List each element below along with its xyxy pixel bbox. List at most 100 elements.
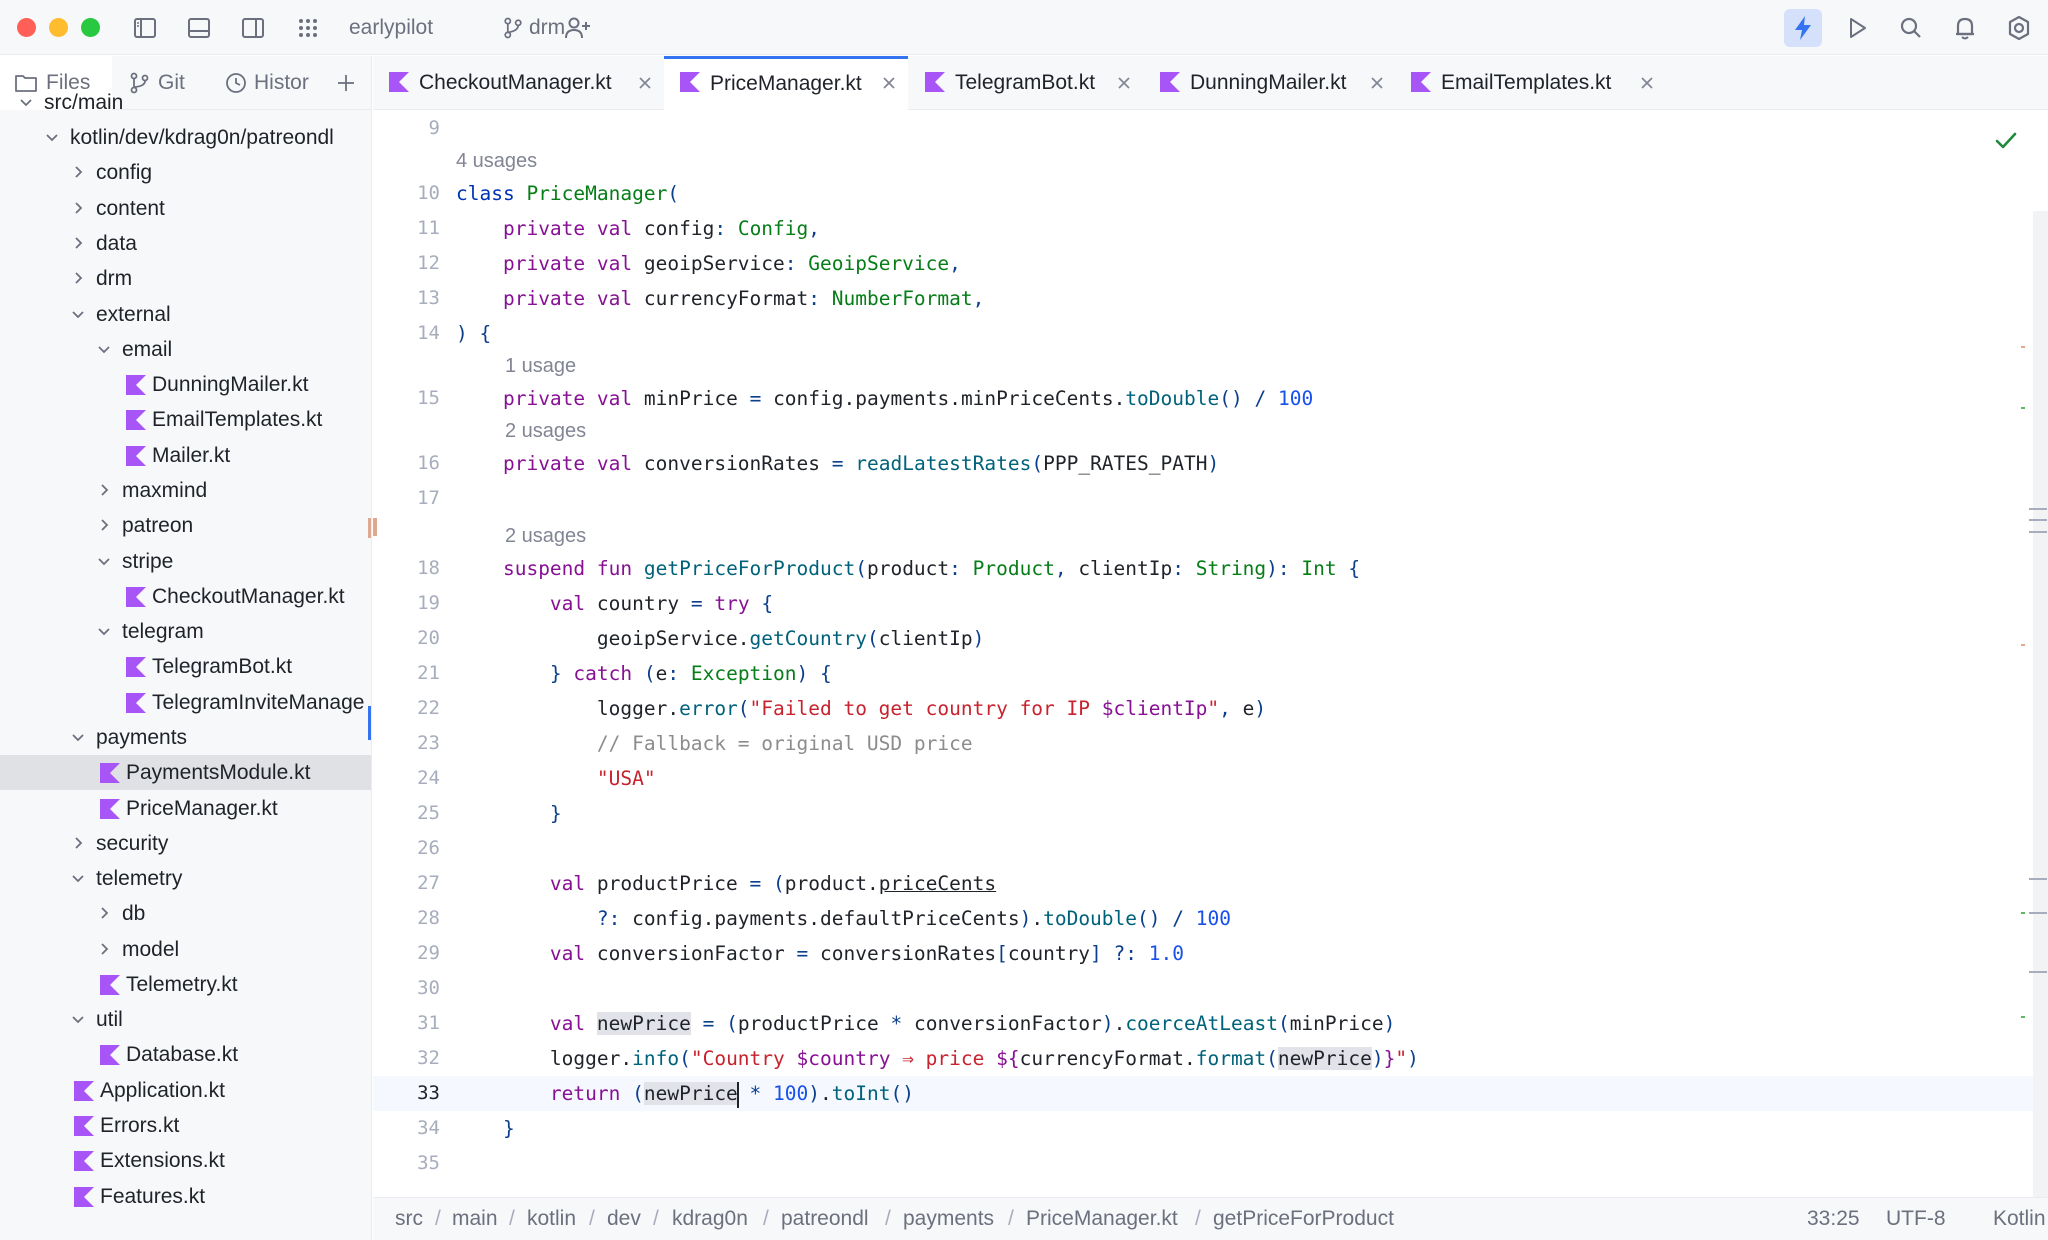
- usages-hint[interactable]: 4 usages: [456, 146, 537, 176]
- chevron-right-icon[interactable]: [70, 235, 86, 251]
- tree-folder-email[interactable]: email: [0, 332, 371, 367]
- tree-folder-patreon[interactable]: patreon: [0, 508, 371, 543]
- breadcrumb-item[interactable]: kotlin: [527, 1198, 576, 1240]
- breadcrumb-item[interactable]: main: [452, 1198, 498, 1240]
- minimize-window-button[interactable]: [49, 18, 68, 37]
- toggle-right-panel-icon[interactable]: [238, 13, 268, 43]
- tree-folder-config[interactable]: config: [0, 155, 371, 190]
- scroll-marker: [2029, 912, 2047, 914]
- tree-file-mailer-kt[interactable]: Mailer.kt: [0, 438, 371, 473]
- chevron-right-icon[interactable]: [96, 941, 112, 957]
- chevron-down-icon[interactable]: [70, 729, 86, 745]
- close-tab-icon[interactable]: [636, 74, 654, 92]
- kotlin-file-icon: [100, 975, 120, 995]
- breadcrumb-item[interactable]: src: [395, 1198, 423, 1240]
- usages-hint[interactable]: 2 usages: [505, 416, 586, 446]
- tree-folder-util[interactable]: util: [0, 1002, 371, 1037]
- tree-folder-maxmind[interactable]: maxmind: [0, 473, 371, 508]
- chevron-right-icon[interactable]: [70, 270, 86, 286]
- kotlin-file-icon: [680, 72, 700, 92]
- close-window-button[interactable]: [17, 18, 36, 37]
- tree-file-paymentsmodule-kt[interactable]: PaymentsModule.kt: [0, 755, 371, 790]
- tree-file-extensions-kt[interactable]: Extensions.kt: [0, 1143, 371, 1178]
- tree-file-telemetry-kt[interactable]: Telemetry.kt: [0, 967, 371, 1002]
- cursor-position[interactable]: 33:25: [1807, 1198, 1860, 1240]
- breadcrumb-item[interactable]: PriceManager.kt: [1026, 1198, 1178, 1240]
- tree-folder-data[interactable]: data: [0, 226, 371, 261]
- chevron-right-icon[interactable]: [70, 200, 86, 216]
- add-user-icon[interactable]: [562, 13, 592, 43]
- tree-folder-db[interactable]: db: [0, 896, 371, 931]
- tree-file-features-kt[interactable]: Features.kt: [0, 1179, 371, 1214]
- tree-file-application-kt[interactable]: Application.kt: [0, 1073, 371, 1108]
- branch-name[interactable]: drm: [529, 14, 565, 41]
- tree-folder-content[interactable]: content: [0, 191, 371, 226]
- apps-grid-icon[interactable]: [293, 13, 323, 43]
- scroll-marker: [2029, 519, 2047, 521]
- chevron-right-icon[interactable]: [70, 164, 86, 180]
- editor-tab-emailtemplates[interactable]: EmailTemplates.kt: [1395, 56, 1665, 110]
- tree-folder-drm[interactable]: drm: [0, 261, 371, 296]
- breadcrumb-item[interactable]: getPriceForProduct: [1213, 1198, 1394, 1240]
- tree-folder-stripe[interactable]: stripe: [0, 544, 371, 579]
- tree-file-dunningmailer-kt[interactable]: DunningMailer.kt: [0, 367, 371, 402]
- usages-hint[interactable]: 1 usage: [505, 351, 576, 381]
- chevron-down-icon[interactable]: [96, 341, 112, 357]
- file-encoding[interactable]: UTF-8: [1886, 1198, 1946, 1240]
- file-language[interactable]: Kotlin: [1993, 1198, 2046, 1240]
- chevron-right-icon[interactable]: [96, 517, 112, 533]
- breadcrumb-item[interactable]: dev: [607, 1198, 641, 1240]
- tree-folder-telemetry[interactable]: telemetry: [0, 861, 371, 896]
- toggle-left-panel-icon[interactable]: [130, 13, 160, 43]
- chevron-down-icon[interactable]: [70, 870, 86, 886]
- ai-assistant-icon[interactable]: [1784, 9, 1822, 47]
- chevron-down-icon[interactable]: [18, 94, 34, 110]
- scrollbar-track[interactable]: [2033, 211, 2048, 1197]
- notifications-bell-icon[interactable]: [1946, 9, 1984, 47]
- editor-tab-dunningmailer[interactable]: DunningMailer.kt: [1144, 56, 1394, 110]
- kotlin-file-icon: [389, 72, 409, 92]
- chevron-down-icon[interactable]: [70, 306, 86, 322]
- close-tab-icon[interactable]: [1115, 74, 1133, 92]
- tree-file-telegraminvitemanage[interactable]: TelegramInviteManage: [0, 685, 371, 720]
- search-icon[interactable]: [1892, 9, 1930, 47]
- usages-hint[interactable]: 2 usages: [505, 521, 586, 551]
- chevron-right-icon[interactable]: [96, 482, 112, 498]
- zoom-window-button[interactable]: [81, 18, 100, 37]
- chevron-down-icon[interactable]: [70, 1011, 86, 1027]
- project-name[interactable]: earlypilot: [349, 14, 433, 41]
- chevron-down-icon[interactable]: [96, 553, 112, 569]
- tree-folder-model[interactable]: model: [0, 932, 371, 967]
- chevron-down-icon[interactable]: [96, 623, 112, 639]
- chevron-down-icon[interactable]: [44, 129, 60, 145]
- chevron-right-icon[interactable]: [70, 835, 86, 851]
- editor-tab-telegrambot[interactable]: TelegramBot.kt: [909, 56, 1143, 110]
- breadcrumb-item[interactable]: patreondl: [781, 1198, 869, 1240]
- tree-folder-payments[interactable]: payments: [0, 720, 371, 755]
- close-tab-icon[interactable]: [1638, 74, 1656, 92]
- settings-gear-icon[interactable]: [2000, 9, 2038, 47]
- editor-tab-pricemanager[interactable]: PriceManager.kt: [664, 56, 908, 111]
- close-tab-icon[interactable]: [880, 74, 898, 92]
- tree-folder-external[interactable]: external: [0, 297, 371, 332]
- run-icon[interactable]: [1838, 9, 1876, 47]
- tree-file-telegrambot-kt[interactable]: TelegramBot.kt: [0, 649, 371, 684]
- tree-file-emailtemplates-kt[interactable]: EmailTemplates.kt: [0, 402, 371, 437]
- tree-folder-src-main[interactable]: src/main: [0, 85, 371, 120]
- tree-item-label: kotlin/dev/kdrag0n/patreondl: [70, 126, 334, 149]
- breadcrumb-item[interactable]: payments: [903, 1198, 994, 1240]
- tree-file-checkoutmanager-kt[interactable]: CheckoutManager.kt: [0, 579, 371, 614]
- tree-file-pricemanager-kt[interactable]: PriceManager.kt: [0, 791, 371, 826]
- tree-folder-security[interactable]: security: [0, 826, 371, 861]
- tree-file-database-kt[interactable]: Database.kt: [0, 1037, 371, 1072]
- chevron-right-icon[interactable]: [96, 905, 112, 921]
- breadcrumb-item[interactable]: kdrag0n: [672, 1198, 748, 1240]
- tree-folder-kotlin-dev-kdrag0n-patreondl[interactable]: kotlin/dev/kdrag0n/patreondl: [0, 120, 371, 155]
- editor-tab-checkoutmanager[interactable]: CheckoutManager.kt: [373, 56, 663, 110]
- close-tab-icon[interactable]: [1368, 74, 1386, 92]
- tree-file-errors-kt[interactable]: Errors.kt: [0, 1108, 371, 1143]
- tree-folder-telegram[interactable]: telegram: [0, 614, 371, 649]
- vcs-change-marker[interactable]: [373, 518, 377, 536]
- code-editor[interactable]: 9 4 usages 10 class PriceManager( 11 priv…: [373, 111, 2048, 1197]
- toggle-bottom-panel-icon[interactable]: [184, 13, 214, 43]
